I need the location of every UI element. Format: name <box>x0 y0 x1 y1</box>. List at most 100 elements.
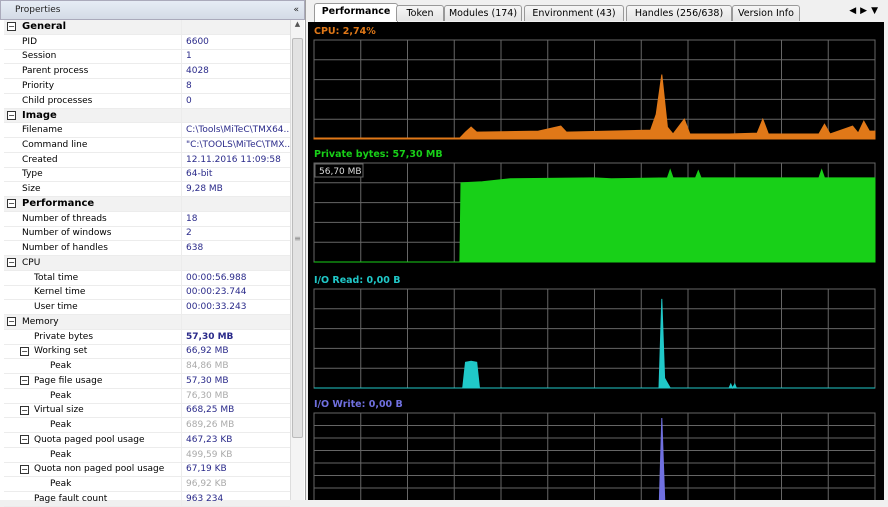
property-name: Peak <box>50 420 72 431</box>
tab-handles[interactable]: Handles (256/638) <box>626 5 732 21</box>
property-row[interactable]: Number of handles 638 <box>4 241 290 256</box>
tab-bar: ◀▶▼ Performance Token Modules (174) Environ… <box>308 0 888 22</box>
tab-performance[interactable]: Performance <box>314 3 398 22</box>
property-row[interactable]: Peak 84,86 MB <box>4 359 290 374</box>
property-name: Image <box>22 109 57 121</box>
property-row[interactable]: Filename C:\Tools\MiTeC\TMX64... <box>4 123 290 138</box>
graph-label: I/O Read: 0,00 B <box>314 275 400 286</box>
property-name: Session <box>22 51 57 62</box>
property-row[interactable]: − Memory <box>4 315 290 330</box>
property-value: 963 234 <box>181 492 290 506</box>
property-value: 668,25 MB <box>181 403 290 418</box>
collapse-toggle-icon[interactable]: − <box>20 405 29 415</box>
property-value <box>181 108 290 123</box>
property-name: Quota non paged pool usage <box>34 464 165 475</box>
property-value <box>181 20 290 34</box>
property-row[interactable]: Priority 8 <box>4 79 290 94</box>
collapse-toggle-icon[interactable]: − <box>20 464 29 474</box>
property-name: General <box>22 21 66 33</box>
property-row[interactable]: Number of threads 18 <box>4 211 290 227</box>
property-row[interactable]: Session 1 <box>4 49 290 65</box>
property-name: Peak <box>50 479 72 490</box>
property-row[interactable]: Peak 499,59 KB <box>4 447 290 463</box>
collapse-toggle-icon[interactable]: − <box>7 258 16 268</box>
property-row[interactable]: − Quota paged pool usage 467,23 KB <box>4 433 290 448</box>
property-value: 1 <box>181 49 290 64</box>
property-name: Virtual size <box>34 405 84 416</box>
property-value <box>181 256 290 270</box>
property-row[interactable]: − Image <box>4 108 290 124</box>
property-value: 00:00:23.744 <box>181 285 290 300</box>
property-value: 18 <box>181 211 290 226</box>
property-value: 57,30 MB <box>181 374 290 388</box>
property-row[interactable]: Size 9,28 MB <box>4 182 290 197</box>
property-value: 96,92 KB <box>181 477 290 491</box>
property-row[interactable]: − Virtual size 668,25 MB <box>4 403 290 419</box>
property-row[interactable]: − Page file usage 57,30 MB <box>4 374 290 389</box>
property-row[interactable]: Type 64-bit <box>4 167 290 183</box>
property-row[interactable]: Total time 00:00:56.988 <box>4 270 290 286</box>
collapse-toggle-icon[interactable]: − <box>20 346 29 356</box>
property-value: 499,59 KB <box>181 447 290 462</box>
scrollbar-thumb[interactable]: ≡ <box>292 38 303 438</box>
scroll-up-arrow-icon[interactable]: ▲ <box>291 20 304 28</box>
collapse-toggle-icon[interactable]: − <box>7 22 16 32</box>
graph-label: CPU: 2,74% <box>314 26 376 37</box>
property-row[interactable]: PID 6600 <box>4 34 290 50</box>
property-row[interactable]: Private bytes 57,30 MB <box>4 329 290 345</box>
performance-graphs: CPU: 2,74% Private bytes: 57,30 MB 56,70 M… <box>308 22 884 500</box>
collapse-toggle-icon[interactable]: − <box>7 317 16 327</box>
property-name: PID <box>22 36 38 47</box>
property-row[interactable]: Kernel time 00:00:23.744 <box>4 285 290 301</box>
property-name: Kernel time <box>34 287 86 298</box>
property-name: Size <box>22 184 41 195</box>
property-row[interactable]: Command line "C:\TOOLS\MiTeC\TMX... <box>4 138 290 153</box>
property-row[interactable]: Peak 76,30 MB <box>4 388 290 404</box>
property-row[interactable]: − Working set 66,92 MB <box>4 344 290 360</box>
property-row[interactable]: − Quota non paged pool usage 67,19 KB <box>4 462 290 478</box>
property-name: Parent process <box>22 66 89 77</box>
property-name: User time <box>34 302 78 313</box>
property-value: C:\Tools\MiTeC\TMX64... <box>181 123 290 137</box>
property-value: 467,23 KB <box>181 433 290 447</box>
property-name: Private bytes <box>34 331 94 342</box>
property-row[interactable]: − CPU <box>4 256 290 271</box>
graph-scale-label: 56,70 MB <box>319 167 362 177</box>
tab-version-info[interactable]: Version Info <box>732 5 800 21</box>
property-row[interactable]: − Performance <box>4 197 290 212</box>
property-row[interactable]: Number of windows 2 <box>4 226 290 242</box>
property-row[interactable]: Parent process 4028 <box>4 64 290 79</box>
property-name: Working set <box>34 346 88 357</box>
tab-modules[interactable]: Modules (174) <box>444 5 522 21</box>
property-row[interactable]: − General <box>4 20 290 35</box>
collapse-toggle-icon[interactable]: − <box>7 199 16 209</box>
tab-environment[interactable]: Environment (43) <box>524 5 624 21</box>
property-name: Peak <box>50 449 72 460</box>
property-name: Quota paged pool usage <box>34 434 145 445</box>
properties-scrollbar[interactable]: ▲ ≡ <box>290 20 304 500</box>
collapse-panel-icon[interactable]: « <box>293 5 299 15</box>
tab-scroll-controls[interactable]: ◀▶▼ <box>849 6 882 16</box>
property-value: 689,26 MB <box>181 418 290 432</box>
collapse-toggle-icon[interactable]: − <box>20 435 29 445</box>
property-value: 76,30 MB <box>181 388 290 403</box>
property-row[interactable]: User time 00:00:33.243 <box>4 300 290 315</box>
property-value: 4028 <box>181 64 290 78</box>
tab-token[interactable]: Token <box>396 5 444 21</box>
property-name: Command line <box>22 139 88 150</box>
property-value: 9,28 MB <box>181 182 290 196</box>
property-row[interactable]: Peak 689,26 MB <box>4 418 290 433</box>
property-row[interactable]: Peak 96,92 KB <box>4 477 290 492</box>
property-name: Page fault count <box>34 493 108 504</box>
collapse-toggle-icon[interactable]: − <box>7 110 16 120</box>
property-name: Peak <box>50 390 72 401</box>
property-row[interactable]: Page fault count 963 234 <box>4 492 290 507</box>
property-name: Number of threads <box>22 213 107 224</box>
property-value: 0 <box>181 93 290 108</box>
property-row[interactable]: Created 12.11.2016 11:09:58 <box>4 152 290 168</box>
collapse-toggle-icon[interactable]: − <box>20 376 29 386</box>
property-name: Child processes <box>22 95 93 106</box>
property-row[interactable]: Child processes 0 <box>4 93 290 109</box>
property-value: 8 <box>181 79 290 93</box>
property-value: 57,30 MB <box>181 329 290 344</box>
